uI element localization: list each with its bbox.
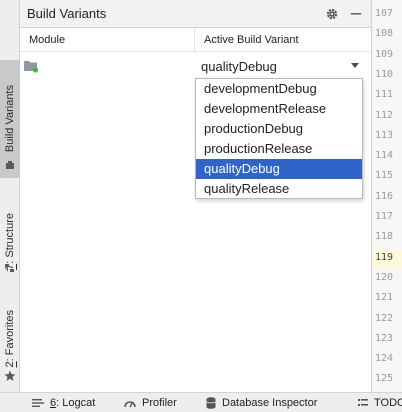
profiler-icon [124, 401, 136, 408]
chevron-down-icon[interactable] [351, 63, 359, 68]
line-number: 124 [375, 353, 394, 365]
line-number: 119 [375, 251, 394, 263]
bottom-tool-bar: 6: Logcat Profiler Database Inspector TO… [0, 392, 402, 412]
gear-icon [326, 8, 338, 20]
column-header-variant[interactable]: Active Build Variant [195, 28, 371, 51]
line-number: 122 [375, 312, 394, 324]
build-variants-icon [6, 161, 14, 169]
settings-gear-icon[interactable] [324, 6, 340, 22]
todo-icon [358, 399, 368, 406]
panel-title: Build Variants [27, 6, 107, 21]
left-tool-strip: Build Variants 7: Structure 2: Favorites [0, 0, 20, 392]
todo-tab[interactable]: TODO [358, 393, 402, 412]
todo-label: TODO [374, 397, 402, 409]
option-development-debug[interactable]: developmentDebug [196, 79, 362, 99]
line-number: 113 [375, 129, 394, 141]
tab-build-variants-label: Build Variants [4, 85, 16, 153]
android-studio-window: Build Variants 7: Structure 2: Favorites… [0, 0, 402, 412]
star-icon [4, 370, 16, 381]
line-number: 121 [375, 292, 394, 304]
option-production-debug[interactable]: productionDebug [196, 119, 362, 139]
minimize-icon [350, 13, 362, 15]
line-number: 109 [375, 48, 394, 60]
line-number: 108 [375, 28, 394, 40]
active-variant-value: qualityDebug [201, 58, 277, 74]
column-header-module[interactable]: Module [20, 28, 195, 51]
profiler-tab[interactable]: Profiler [124, 393, 177, 412]
line-number: 117 [375, 211, 394, 222]
line-number: 123 [375, 332, 394, 344]
database-inspector-tab[interactable]: Database Inspector [206, 393, 317, 412]
tab-structure-label: : Structure [4, 212, 16, 264]
structure-icon [5, 264, 14, 272]
line-number: 125 [375, 373, 394, 385]
line-number: 114 [375, 150, 394, 162]
option-production-release[interactable]: productionRelease [196, 139, 362, 159]
active-variant-combobox[interactable]: qualityDebug [195, 52, 371, 80]
module-folder-icon [24, 61, 39, 73]
variant-dropdown-list[interactable]: developmentDebug developmentRelease prod… [195, 78, 363, 199]
tab-structure[interactable]: 7: Structure [0, 200, 20, 282]
table-row[interactable]: qualityDebug [20, 52, 371, 80]
option-development-release[interactable]: developmentRelease [196, 99, 362, 119]
line-number: 110 [375, 68, 394, 80]
line-number: 112 [375, 109, 394, 121]
line-number: 118 [375, 231, 394, 243]
database-icon [206, 397, 216, 409]
profiler-label: Profiler [142, 397, 177, 409]
logcat-tab[interactable]: 6: Logcat [32, 393, 95, 412]
hide-panel-button[interactable] [348, 6, 364, 22]
line-number: 111 [375, 89, 394, 101]
logcat-label: : Logcat [56, 397, 96, 409]
panel-header: Build Variants [20, 0, 371, 28]
tab-build-variants[interactable]: Build Variants [0, 60, 20, 178]
line-number: 115 [375, 170, 394, 182]
line-number: 120 [375, 271, 394, 283]
option-quality-release[interactable]: qualityRelease [196, 179, 362, 199]
module-cell [20, 52, 195, 80]
logcat-icon [32, 399, 44, 407]
tab-favorites-label: : Favorites [4, 310, 16, 362]
option-quality-debug[interactable]: qualityDebug [196, 159, 362, 179]
line-number: 107 [375, 8, 394, 19]
editor-line-gutter: 107 108 109 110 111 112 113 114 115 116 117 118 119 1… [373, 0, 402, 405]
table-header: Module Active Build Variant [20, 28, 371, 52]
tab-favorites[interactable]: 2: Favorites [0, 292, 20, 386]
tab-favorites-key: 2 [4, 361, 16, 368]
line-number: 116 [375, 190, 394, 202]
database-inspector-label: Database Inspector [222, 397, 318, 409]
